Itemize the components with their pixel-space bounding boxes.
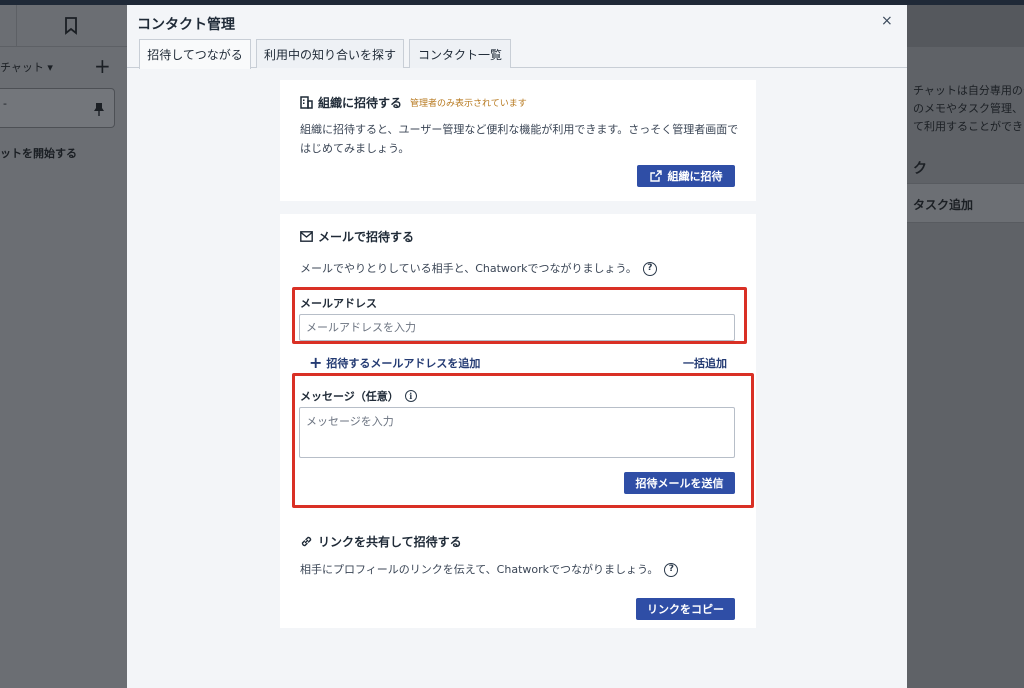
mail-icon: [300, 231, 313, 242]
message-label: メッセージ（任意）: [300, 390, 399, 403]
start-chat-link[interactable]: ットを開始する: [0, 145, 77, 161]
modal-tabs: 招待してつながる 利用中の知り合いを探す コンタクト一覧: [127, 39, 907, 69]
email-invite-card: メールで招待する メールでやりとりしている相手と、Chatworkでつながりまし…: [280, 214, 756, 628]
description-line: て利用することができま: [913, 120, 1024, 133]
link-invite-title: リンクを共有して招待する: [318, 535, 462, 549]
task-section-heading: ク: [913, 161, 927, 177]
email-invite-description-row: メールでやりとりしている相手と、Chatworkでつながりましょう。 ?: [300, 259, 657, 278]
add-email-link[interactable]: + 招待するメールアドレスを追加: [309, 353, 480, 372]
org-invite-title: 組織に招待する: [318, 96, 403, 110]
email-input[interactable]: [299, 314, 735, 341]
background-sidebar: チャット ▾ + ‐ ットを開始する: [0, 5, 127, 688]
add-email-label: 招待するメールアドレスを追加: [326, 356, 481, 370]
contact-management-modal: コンタクト管理 × 招待してつながる 利用中の知り合いを探す コンタクト一覧 組…: [127, 5, 907, 688]
copy-link-button[interactable]: リンクをコピー: [636, 598, 735, 620]
email-field-label: メールアドレス: [300, 297, 377, 310]
info-icon[interactable]: i: [404, 390, 417, 402]
background-right-panel: チャットは自分専用のチ のメモやタスク管理、フ て利用することができま ク タス…: [907, 5, 1024, 688]
bulk-add-link[interactable]: 一括追加: [683, 355, 727, 371]
admin-only-note: 管理者のみ表示されています: [410, 99, 527, 109]
sidebar-tab-divider: [16, 5, 17, 47]
description-line: チャットは自分専用のチ: [913, 84, 1024, 97]
tab-find-acquaintances[interactable]: 利用中の知り合いを探す: [256, 39, 404, 68]
building-icon: [300, 96, 313, 109]
copy-link-label: リンクをコピー: [647, 603, 724, 616]
message-textarea[interactable]: [299, 407, 735, 458]
tab-invite[interactable]: 招待してつながる: [139, 39, 251, 69]
send-invite-email-label: 招待メールを送信: [635, 477, 724, 490]
org-invite-card: 組織に招待する 管理者のみ表示されています 組織に招待すると、ユーザー管理など便…: [280, 80, 756, 201]
tab-contact-list[interactable]: コンタクト一覧: [409, 39, 511, 68]
close-icon[interactable]: ×: [881, 13, 893, 29]
message-field-label: メッセージ（任意） i: [300, 388, 417, 404]
add-chat-icon[interactable]: +: [94, 56, 111, 76]
link-invite-description: 相手にプロフィールのリンクを伝えて、Chatworkでつながりましょう。: [300, 563, 659, 576]
plus-icon: +: [309, 353, 323, 372]
send-invite-email-button[interactable]: 招待メールを送信: [624, 472, 735, 494]
room-name: ‐: [3, 97, 7, 110]
task-add-label: タスク追加: [913, 198, 974, 212]
link-invite-heading: リンクを共有して招待する: [300, 533, 462, 550]
external-link-icon: [649, 170, 662, 182]
org-invite-description: 組織に招待すると、ユーザー管理など便利な機能が利用できます。さっそく管理者画面で…: [300, 123, 739, 155]
org-invite-button-label: 組織に招待: [667, 170, 723, 183]
pin-icon[interactable]: [94, 103, 104, 116]
task-add-row[interactable]: タスク追加: [907, 183, 1024, 223]
description-line: のメモやタスク管理、フ: [913, 102, 1024, 115]
link-icon: [301, 536, 312, 547]
bookmark-icon[interactable]: [64, 17, 78, 35]
email-invite-title: メールで招待する: [318, 230, 415, 244]
my-chat-description: チャットは自分専用のチ のメモやタスク管理、フ て利用することができま: [913, 82, 1024, 136]
chat-filter-dropdown[interactable]: チャット ▾: [0, 59, 53, 75]
org-invite-heading: 組織に招待する 管理者のみ表示されています: [300, 94, 527, 111]
link-invite-description-row: 相手にプロフィールのリンクを伝えて、Chatworkでつながりましょう。 ?: [300, 560, 679, 579]
right-panel-header: [907, 5, 1024, 47]
org-invite-button[interactable]: 組織に招待: [637, 165, 735, 187]
help-icon[interactable]: ?: [664, 562, 679, 577]
modal-title: コンタクト管理: [137, 17, 235, 33]
help-icon[interactable]: ?: [642, 261, 657, 276]
email-invite-heading: メールで招待する: [300, 228, 414, 245]
email-invite-description: メールでやりとりしている相手と、Chatworkでつながりましょう。: [300, 262, 637, 275]
